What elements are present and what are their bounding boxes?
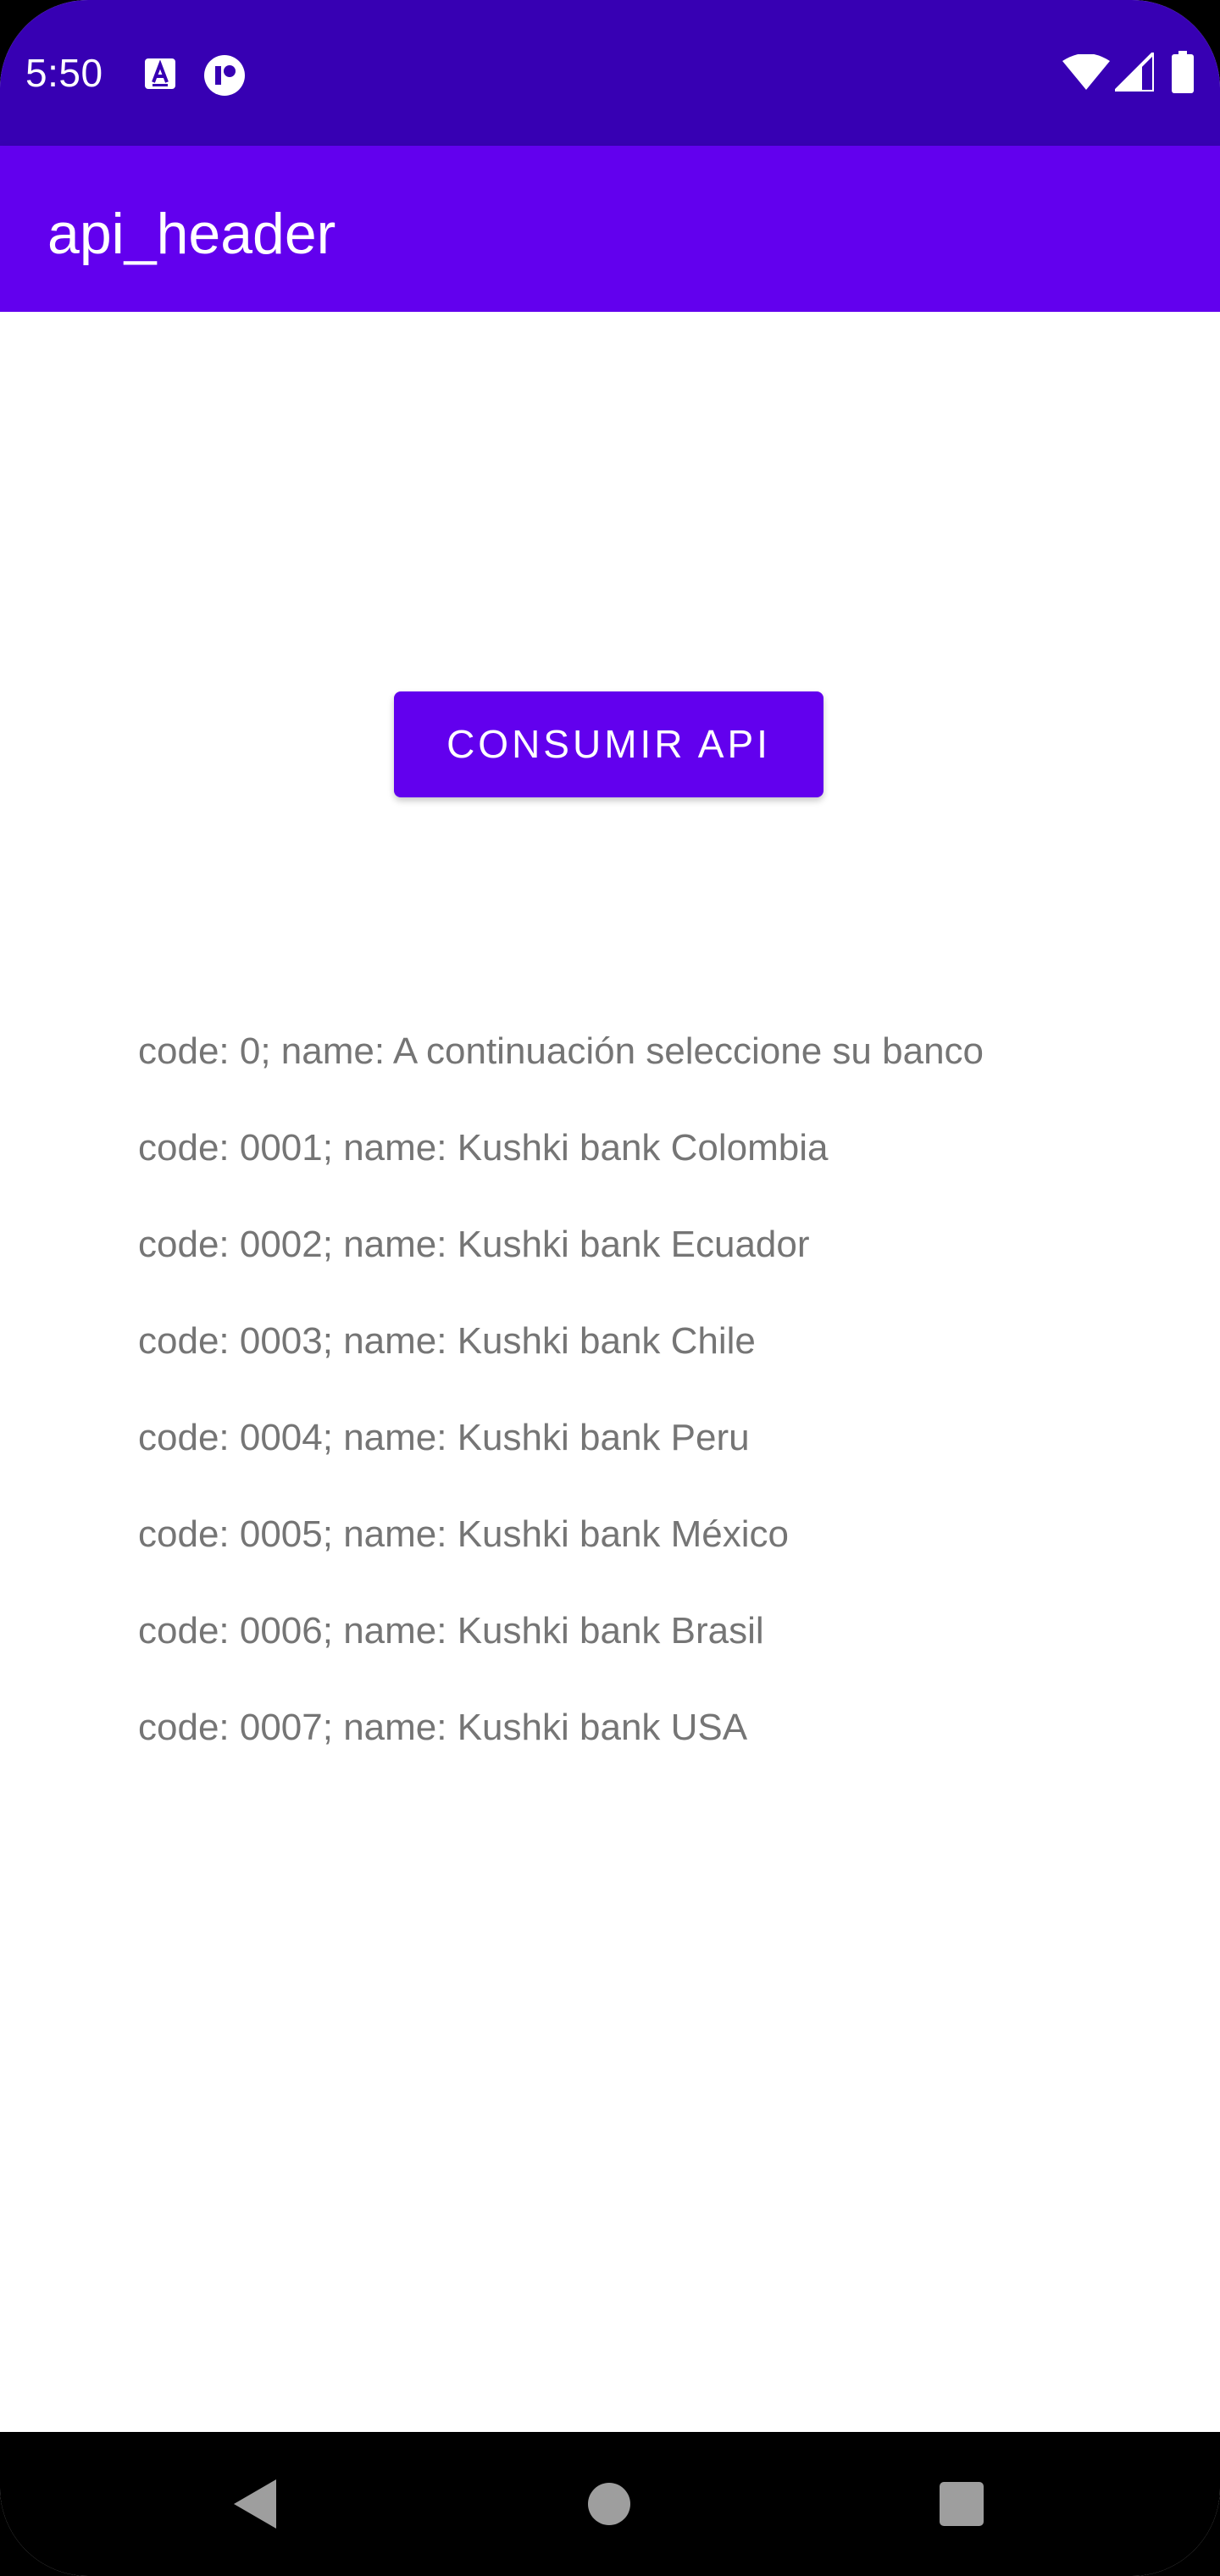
status-time: 5:50: [25, 51, 103, 95]
app-notification-icon: [204, 55, 245, 96]
wifi-icon: [1062, 54, 1110, 90]
bank-list-item: code: 0002; name: Kushki bank Ecuador: [138, 1224, 810, 1265]
bank-list-item: code: 0003; name: Kushki bank Chile: [138, 1320, 756, 1362]
bank-list: code: 0; name: A continuación seleccione…: [138, 1003, 984, 1776]
main-content: CONSUMIR API code: 0; name: A continuaci…: [0, 312, 1220, 2432]
navigation-bar: [0, 2432, 1220, 2576]
bank-list-item: code: 0004; name: Kushki bank Peru: [138, 1417, 750, 1458]
bank-list-item: code: 0; name: A continuación seleccione…: [138, 1030, 984, 1072]
phone-screen: 5:50 api_header CONSUMIR API code: 0; na…: [0, 0, 1220, 2576]
app-title: api_header: [47, 202, 336, 266]
text-notification-icon: [145, 58, 175, 89]
bank-list-item: code: 0007; name: Kushki bank USA: [138, 1707, 748, 1748]
bank-list-item: code: 0005; name: Kushki bank México: [138, 1513, 790, 1555]
bank-list-item: code: 0001; name: Kushki bank Colombia: [138, 1127, 829, 1169]
consume-api-button[interactable]: CONSUMIR API: [394, 691, 824, 797]
home-icon[interactable]: [586, 2481, 632, 2527]
app-bar: api_header: [0, 146, 1220, 312]
battery-icon: [1172, 51, 1194, 93]
signal-icon: [1115, 53, 1154, 92]
back-icon[interactable]: [230, 2478, 278, 2530]
recents-icon[interactable]: [939, 2481, 984, 2527]
bank-list-item: code: 0006; name: Kushki bank Brasil: [138, 1610, 764, 1652]
status-bar: 5:50: [0, 0, 1220, 146]
